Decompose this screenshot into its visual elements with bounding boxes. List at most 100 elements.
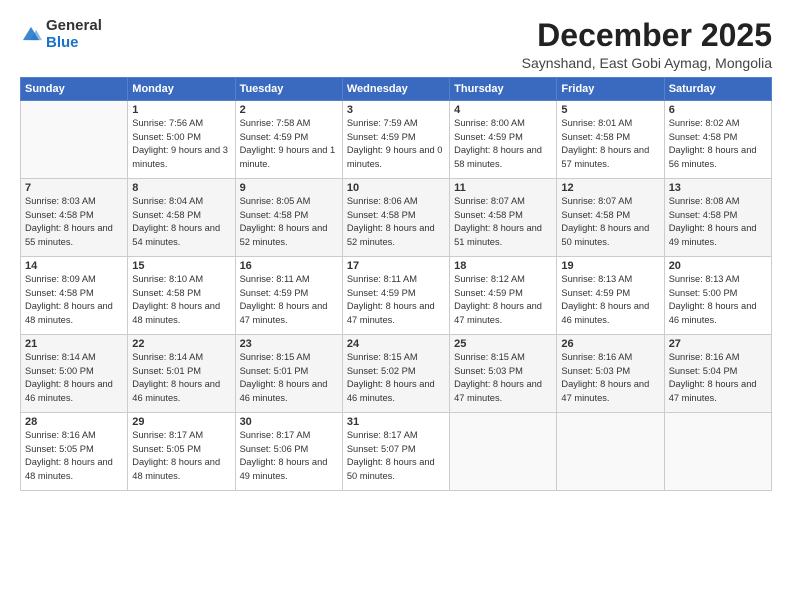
day-info: Sunrise: 8:14 AM Sunset: 5:00 PM Dayligh… xyxy=(25,351,123,405)
day-number: 30 xyxy=(240,416,338,428)
day-number: 29 xyxy=(132,416,230,428)
day-number: 4 xyxy=(454,104,552,116)
calendar-cell: 24Sunrise: 8:15 AM Sunset: 5:02 PM Dayli… xyxy=(342,335,449,413)
day-info: Sunrise: 8:09 AM Sunset: 4:58 PM Dayligh… xyxy=(25,273,123,327)
day-info: Sunrise: 8:11 AM Sunset: 4:59 PM Dayligh… xyxy=(347,273,445,327)
calendar-cell xyxy=(21,101,128,179)
title-block: December 2025 Saynshand, East Gobi Aymag… xyxy=(522,18,772,71)
day-number: 3 xyxy=(347,104,445,116)
calendar-cell xyxy=(664,413,771,491)
calendar-week-4: 28Sunrise: 8:16 AM Sunset: 5:05 PM Dayli… xyxy=(21,413,772,491)
calendar-week-0: 1Sunrise: 7:56 AM Sunset: 5:00 PM Daylig… xyxy=(21,101,772,179)
header-friday: Friday xyxy=(557,78,664,101)
day-number: 15 xyxy=(132,260,230,272)
header-sunday: Sunday xyxy=(21,78,128,101)
day-info: Sunrise: 8:15 AM Sunset: 5:01 PM Dayligh… xyxy=(240,351,338,405)
calendar-cell: 19Sunrise: 8:13 AM Sunset: 4:59 PM Dayli… xyxy=(557,257,664,335)
calendar-body: 1Sunrise: 7:56 AM Sunset: 5:00 PM Daylig… xyxy=(21,101,772,491)
header-tuesday: Tuesday xyxy=(235,78,342,101)
day-info: Sunrise: 8:01 AM Sunset: 4:58 PM Dayligh… xyxy=(561,117,659,171)
calendar-cell: 21Sunrise: 8:14 AM Sunset: 5:00 PM Dayli… xyxy=(21,335,128,413)
day-info: Sunrise: 8:07 AM Sunset: 4:58 PM Dayligh… xyxy=(561,195,659,249)
calendar-cell: 1Sunrise: 7:56 AM Sunset: 5:00 PM Daylig… xyxy=(128,101,235,179)
day-number: 16 xyxy=(240,260,338,272)
calendar-cell xyxy=(557,413,664,491)
logo-general: General xyxy=(46,18,102,35)
calendar-cell: 2Sunrise: 7:58 AM Sunset: 4:59 PM Daylig… xyxy=(235,101,342,179)
day-info: Sunrise: 8:05 AM Sunset: 4:58 PM Dayligh… xyxy=(240,195,338,249)
day-info: Sunrise: 8:10 AM Sunset: 4:58 PM Dayligh… xyxy=(132,273,230,327)
day-number: 23 xyxy=(240,338,338,350)
day-number: 18 xyxy=(454,260,552,272)
header: General Blue December 2025 Saynshand, Ea… xyxy=(20,18,772,71)
day-number: 22 xyxy=(132,338,230,350)
header-monday: Monday xyxy=(128,78,235,101)
day-number: 21 xyxy=(25,338,123,350)
calendar-cell xyxy=(450,413,557,491)
day-info: Sunrise: 8:14 AM Sunset: 5:01 PM Dayligh… xyxy=(132,351,230,405)
month-title: December 2025 xyxy=(522,18,772,53)
calendar-cell: 25Sunrise: 8:15 AM Sunset: 5:03 PM Dayli… xyxy=(450,335,557,413)
calendar-cell: 14Sunrise: 8:09 AM Sunset: 4:58 PM Dayli… xyxy=(21,257,128,335)
day-info: Sunrise: 8:17 AM Sunset: 5:07 PM Dayligh… xyxy=(347,429,445,483)
calendar-page: General Blue December 2025 Saynshand, Ea… xyxy=(0,0,792,612)
day-number: 8 xyxy=(132,182,230,194)
calendar-cell: 17Sunrise: 8:11 AM Sunset: 4:59 PM Dayli… xyxy=(342,257,449,335)
day-number: 17 xyxy=(347,260,445,272)
location-subtitle: Saynshand, East Gobi Aymag, Mongolia xyxy=(522,55,772,71)
day-number: 14 xyxy=(25,260,123,272)
day-info: Sunrise: 8:02 AM Sunset: 4:58 PM Dayligh… xyxy=(669,117,767,171)
header-row: Sunday Monday Tuesday Wednesday Thursday… xyxy=(21,78,772,101)
calendar-week-2: 14Sunrise: 8:09 AM Sunset: 4:58 PM Dayli… xyxy=(21,257,772,335)
day-info: Sunrise: 8:08 AM Sunset: 4:58 PM Dayligh… xyxy=(669,195,767,249)
calendar-cell: 22Sunrise: 8:14 AM Sunset: 5:01 PM Dayli… xyxy=(128,335,235,413)
day-number: 20 xyxy=(669,260,767,272)
day-info: Sunrise: 8:13 AM Sunset: 4:59 PM Dayligh… xyxy=(561,273,659,327)
day-number: 19 xyxy=(561,260,659,272)
day-number: 9 xyxy=(240,182,338,194)
day-info: Sunrise: 8:13 AM Sunset: 5:00 PM Dayligh… xyxy=(669,273,767,327)
calendar-cell: 7Sunrise: 8:03 AM Sunset: 4:58 PM Daylig… xyxy=(21,179,128,257)
calendar-cell: 23Sunrise: 8:15 AM Sunset: 5:01 PM Dayli… xyxy=(235,335,342,413)
calendar-cell: 20Sunrise: 8:13 AM Sunset: 5:00 PM Dayli… xyxy=(664,257,771,335)
day-number: 10 xyxy=(347,182,445,194)
calendar-cell: 11Sunrise: 8:07 AM Sunset: 4:58 PM Dayli… xyxy=(450,179,557,257)
calendar-cell: 12Sunrise: 8:07 AM Sunset: 4:58 PM Dayli… xyxy=(557,179,664,257)
day-number: 27 xyxy=(669,338,767,350)
day-info: Sunrise: 7:56 AM Sunset: 5:00 PM Dayligh… xyxy=(132,117,230,171)
calendar-cell: 16Sunrise: 8:11 AM Sunset: 4:59 PM Dayli… xyxy=(235,257,342,335)
calendar-cell: 9Sunrise: 8:05 AM Sunset: 4:58 PM Daylig… xyxy=(235,179,342,257)
calendar-table: Sunday Monday Tuesday Wednesday Thursday… xyxy=(20,77,772,491)
day-number: 13 xyxy=(669,182,767,194)
day-info: Sunrise: 8:04 AM Sunset: 4:58 PM Dayligh… xyxy=(132,195,230,249)
logo: General Blue xyxy=(20,18,102,51)
calendar-cell: 31Sunrise: 8:17 AM Sunset: 5:07 PM Dayli… xyxy=(342,413,449,491)
day-number: 24 xyxy=(347,338,445,350)
day-info: Sunrise: 8:15 AM Sunset: 5:02 PM Dayligh… xyxy=(347,351,445,405)
day-info: Sunrise: 8:00 AM Sunset: 4:59 PM Dayligh… xyxy=(454,117,552,171)
calendar-cell: 3Sunrise: 7:59 AM Sunset: 4:59 PM Daylig… xyxy=(342,101,449,179)
day-info: Sunrise: 8:06 AM Sunset: 4:58 PM Dayligh… xyxy=(347,195,445,249)
day-info: Sunrise: 7:59 AM Sunset: 4:59 PM Dayligh… xyxy=(347,117,445,171)
calendar-cell: 30Sunrise: 8:17 AM Sunset: 5:06 PM Dayli… xyxy=(235,413,342,491)
day-info: Sunrise: 8:17 AM Sunset: 5:05 PM Dayligh… xyxy=(132,429,230,483)
calendar-cell: 10Sunrise: 8:06 AM Sunset: 4:58 PM Dayli… xyxy=(342,179,449,257)
header-saturday: Saturday xyxy=(664,78,771,101)
calendar-cell: 5Sunrise: 8:01 AM Sunset: 4:58 PM Daylig… xyxy=(557,101,664,179)
calendar-cell: 26Sunrise: 8:16 AM Sunset: 5:03 PM Dayli… xyxy=(557,335,664,413)
day-info: Sunrise: 8:16 AM Sunset: 5:03 PM Dayligh… xyxy=(561,351,659,405)
day-number: 31 xyxy=(347,416,445,428)
calendar-cell: 27Sunrise: 8:16 AM Sunset: 5:04 PM Dayli… xyxy=(664,335,771,413)
day-info: Sunrise: 8:16 AM Sunset: 5:04 PM Dayligh… xyxy=(669,351,767,405)
day-number: 11 xyxy=(454,182,552,194)
logo-icon xyxy=(20,24,42,46)
calendar-week-3: 21Sunrise: 8:14 AM Sunset: 5:00 PM Dayli… xyxy=(21,335,772,413)
day-info: Sunrise: 8:17 AM Sunset: 5:06 PM Dayligh… xyxy=(240,429,338,483)
calendar-cell: 29Sunrise: 8:17 AM Sunset: 5:05 PM Dayli… xyxy=(128,413,235,491)
logo-text: General Blue xyxy=(46,18,102,51)
day-info: Sunrise: 8:03 AM Sunset: 4:58 PM Dayligh… xyxy=(25,195,123,249)
day-info: Sunrise: 8:11 AM Sunset: 4:59 PM Dayligh… xyxy=(240,273,338,327)
day-number: 5 xyxy=(561,104,659,116)
day-number: 28 xyxy=(25,416,123,428)
calendar-header: Sunday Monday Tuesday Wednesday Thursday… xyxy=(21,78,772,101)
